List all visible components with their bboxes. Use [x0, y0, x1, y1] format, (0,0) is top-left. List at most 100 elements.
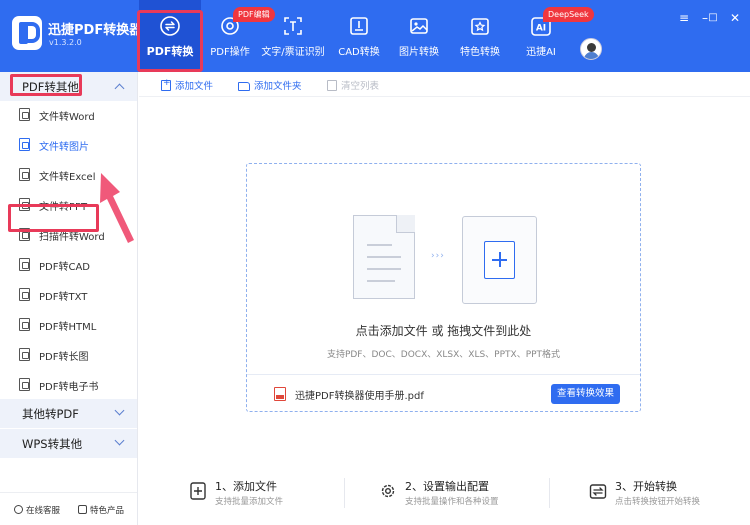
products-icon — [78, 505, 87, 514]
user-avatar[interactable] — [580, 38, 602, 60]
sidebar-item-scan-to-word[interactable]: 扫描件转Word — [0, 220, 137, 250]
step-desc: 支持批量操作和各种设置 — [405, 497, 499, 507]
html-file-icon — [19, 318, 30, 331]
sidebar-item-label: PDF转TXT — [39, 292, 88, 303]
sidebar-group-pdf-to-other[interactable]: PDF转其他 — [0, 72, 137, 101]
nav-ocr[interactable]: 文字/票证识别 — [258, 0, 328, 72]
ai-icon-text: AI — [536, 24, 546, 34]
online-service-button[interactable]: 在线客服 — [14, 504, 60, 516]
top-bar: 迅捷PDF转换器 v1.3.2.0 PDF转换 PDF操作 PDF编辑 文字/票… — [0, 0, 750, 72]
featured-products-label: 特色产品 — [90, 506, 125, 516]
add-file-icon — [161, 78, 171, 91]
arrow-dots-icon: ››› — [431, 251, 445, 261]
scan-icon — [19, 228, 30, 241]
maximize-icon[interactable]: □ — [705, 10, 721, 26]
cad-icon — [350, 17, 368, 35]
step-desc: 支持批量添加文件 — [215, 497, 284, 507]
excel-file-icon — [19, 168, 30, 181]
steps-bar: 1、添加文件 支持批量添加文件 2、设置输出配置 支持批量操作和各种设置 3、开… — [139, 466, 750, 525]
featured-products-button[interactable]: 特色产品 — [78, 504, 124, 516]
sidebar-group-wps-to-other[interactable]: WPS转其他 — [0, 429, 137, 458]
step-desc: 点击转换按钮开始转换 — [615, 497, 701, 507]
sidebar-item-label: 扫描件转Word — [39, 232, 105, 243]
sidebar-item-label: PDF转电子书 — [39, 382, 99, 393]
online-service-label: 在线客服 — [26, 506, 61, 516]
add-document-icon — [190, 482, 206, 500]
long-image-icon — [19, 348, 30, 361]
sidebar-item-pdf-to-ebook[interactable]: PDF转电子书 — [0, 370, 137, 400]
sample-file-row: 迅捷PDF转换器使用手册.pdf 查看转换效果 — [247, 374, 640, 412]
sidebar-item-file-to-word[interactable]: 文件转Word — [0, 100, 137, 130]
document-line — [367, 280, 395, 282]
ebook-icon — [19, 378, 30, 391]
sidebar: PDF转其他 文件转Word 文件转图片 文件转Excel 文件转PPT 扫描件… — [0, 72, 138, 525]
nav-cad[interactable]: CAD转换 — [332, 0, 386, 72]
sidebar-item-label: 文件转Word — [39, 112, 95, 123]
plus-icon — [484, 241, 515, 279]
clear-list-button[interactable]: 清空列表 — [327, 78, 379, 92]
sidebar-item-file-to-image[interactable]: 文件转图片 — [0, 130, 137, 160]
menu-icon[interactable]: ≡ — [676, 10, 692, 26]
sidebar-group-label: WPS转其他 — [22, 437, 83, 451]
star-icon — [471, 18, 489, 35]
view-result-button[interactable]: 查看转换效果 — [551, 384, 620, 404]
drop-zone-sub-text: 支持PDF、DOC、DOCX、XLSX、XLS、PPTX、PPT格式 — [326, 350, 561, 360]
nav-special-label: 特色转换 — [460, 47, 500, 58]
sidebar-item-file-to-excel[interactable]: 文件转Excel — [0, 160, 137, 190]
toolbar: 添加文件 添加文件夹 清空列表 — [139, 72, 750, 97]
sidebar-group-other-to-pdf[interactable]: 其他转PDF — [0, 399, 137, 428]
drop-zone[interactable]: ››› 点击添加文件 或 拖拽文件到此处 支持PDF、DOC、DOCX、XLSX… — [246, 163, 641, 412]
cad-file-icon — [19, 258, 30, 271]
add-file-box[interactable] — [462, 216, 537, 304]
clear-list-label: 清空列表 — [341, 81, 380, 92]
close-icon[interactable]: ✕ — [727, 10, 743, 26]
step-divider — [549, 478, 550, 508]
app-logo-icon — [12, 16, 42, 50]
step-title: 3、开始转换 — [615, 480, 677, 493]
app-title: 迅捷PDF转换器 — [48, 23, 143, 38]
sidebar-item-label: PDF转HTML — [39, 322, 97, 333]
image-icon — [410, 18, 428, 34]
add-folder-button[interactable]: 添加文件夹 — [238, 78, 302, 92]
sample-file-name[interactable]: 迅捷PDF转换器使用手册.pdf — [295, 387, 424, 402]
sidebar-item-pdf-to-long-image[interactable]: PDF转长图 — [0, 340, 137, 370]
nav-image[interactable]: 图片转换 — [393, 0, 445, 72]
nav-image-label: 图片转换 — [399, 47, 439, 58]
sidebar-item-file-to-ppt[interactable]: 文件转PPT — [0, 190, 137, 220]
sidebar-item-label: 文件转图片 — [39, 142, 89, 153]
gear-icon — [381, 484, 395, 498]
trash-icon — [327, 80, 337, 91]
folder-icon — [238, 82, 250, 91]
txt-file-icon — [19, 288, 30, 301]
add-file-button[interactable]: 添加文件 — [161, 78, 213, 92]
drop-zone-main-text: 点击添加文件 或 拖拽文件到此处 — [355, 324, 532, 338]
document-fold — [396, 215, 415, 233]
sidebar-item-pdf-to-txt[interactable]: PDF转TXT — [0, 280, 137, 310]
nav-pdf-ops-label: PDF操作 — [210, 47, 250, 58]
nav-pdf-convert[interactable]: PDF转换 — [139, 0, 201, 72]
sidebar-item-label: 文件转Excel — [39, 172, 96, 183]
sidebar-item-pdf-to-cad[interactable]: PDF转CAD — [0, 250, 137, 280]
nav-ocr-label: 文字/票证识别 — [261, 47, 325, 58]
document-line — [367, 244, 392, 246]
chevron-up-icon — [114, 83, 125, 94]
document-line — [367, 268, 401, 270]
ocr-icon — [284, 17, 302, 35]
add-file-label: 添加文件 — [175, 81, 214, 92]
sidebar-item-pdf-to-html[interactable]: PDF转HTML — [0, 310, 137, 340]
nav-cad-label: CAD转换 — [338, 47, 380, 58]
pdf-file-icon — [274, 387, 286, 401]
step-title: 2、设置输出配置 — [405, 480, 489, 493]
step-title: 1、添加文件 — [215, 480, 277, 493]
nav-ai-label: 迅捷AI — [526, 47, 556, 58]
word-file-icon — [19, 108, 30, 121]
step-divider — [344, 478, 345, 508]
nav-special[interactable]: 特色转换 — [454, 0, 506, 72]
sidebar-group-label: 其他转PDF — [22, 407, 79, 421]
convert-icon — [589, 484, 607, 499]
ppt-file-icon — [19, 198, 30, 211]
chevron-down-icon — [114, 435, 125, 446]
headset-icon — [14, 505, 23, 514]
sidebar-footer: 在线客服 特色产品 — [0, 492, 137, 525]
sidebar-item-label: 文件转PPT — [39, 202, 88, 213]
